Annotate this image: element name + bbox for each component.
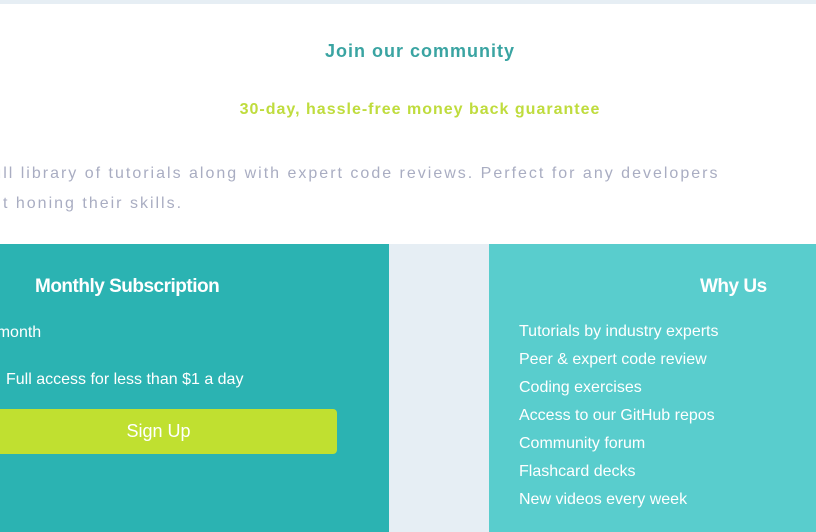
subscription-panel: Monthly Subscription $29 per month Full … (0, 244, 389, 532)
subscription-access-text: Full access for less than $1 a day (6, 371, 244, 388)
why-us-list: Tutorials by industry experts Peer & exp… (519, 318, 718, 514)
why-us-item: Peer & expert code review (519, 351, 707, 368)
why-us-panel: Why Us Tutorials by industry experts Pee… (489, 244, 816, 532)
why-us-item: Coding exercises (519, 379, 642, 396)
price-text: $29 per month (0, 324, 42, 341)
community-section: Join our community 30-day, hassle-free m… (0, 4, 816, 244)
why-us-item: Access to our GitHub repos (519, 407, 715, 424)
why-us-title: Why Us (700, 276, 767, 297)
subscription-price: $29 per month (0, 324, 41, 342)
description-line: who are serious about honing their skill… (0, 195, 184, 212)
why-us-item: Tutorials by industry experts (519, 323, 719, 340)
why-us-item: Community forum (519, 435, 646, 452)
why-us-item: Flashcard decks (519, 463, 636, 480)
sign-up-button[interactable]: Sign Up (0, 409, 337, 454)
community-description: Gain access to our full library of tutor… (0, 159, 816, 219)
community-heading: Join our community (324, 41, 515, 61)
description-line: Gain access to our full library of tutor… (0, 165, 720, 182)
page: Join our community 30-day, hassle-free m… (0, 0, 816, 532)
guarantee-subheading: 30-day, hassle-free money back guarantee (239, 101, 601, 118)
why-us-item: New videos every week (519, 491, 688, 508)
subscription-title: Monthly Subscription (35, 276, 220, 297)
panel-gap (389, 244, 489, 532)
